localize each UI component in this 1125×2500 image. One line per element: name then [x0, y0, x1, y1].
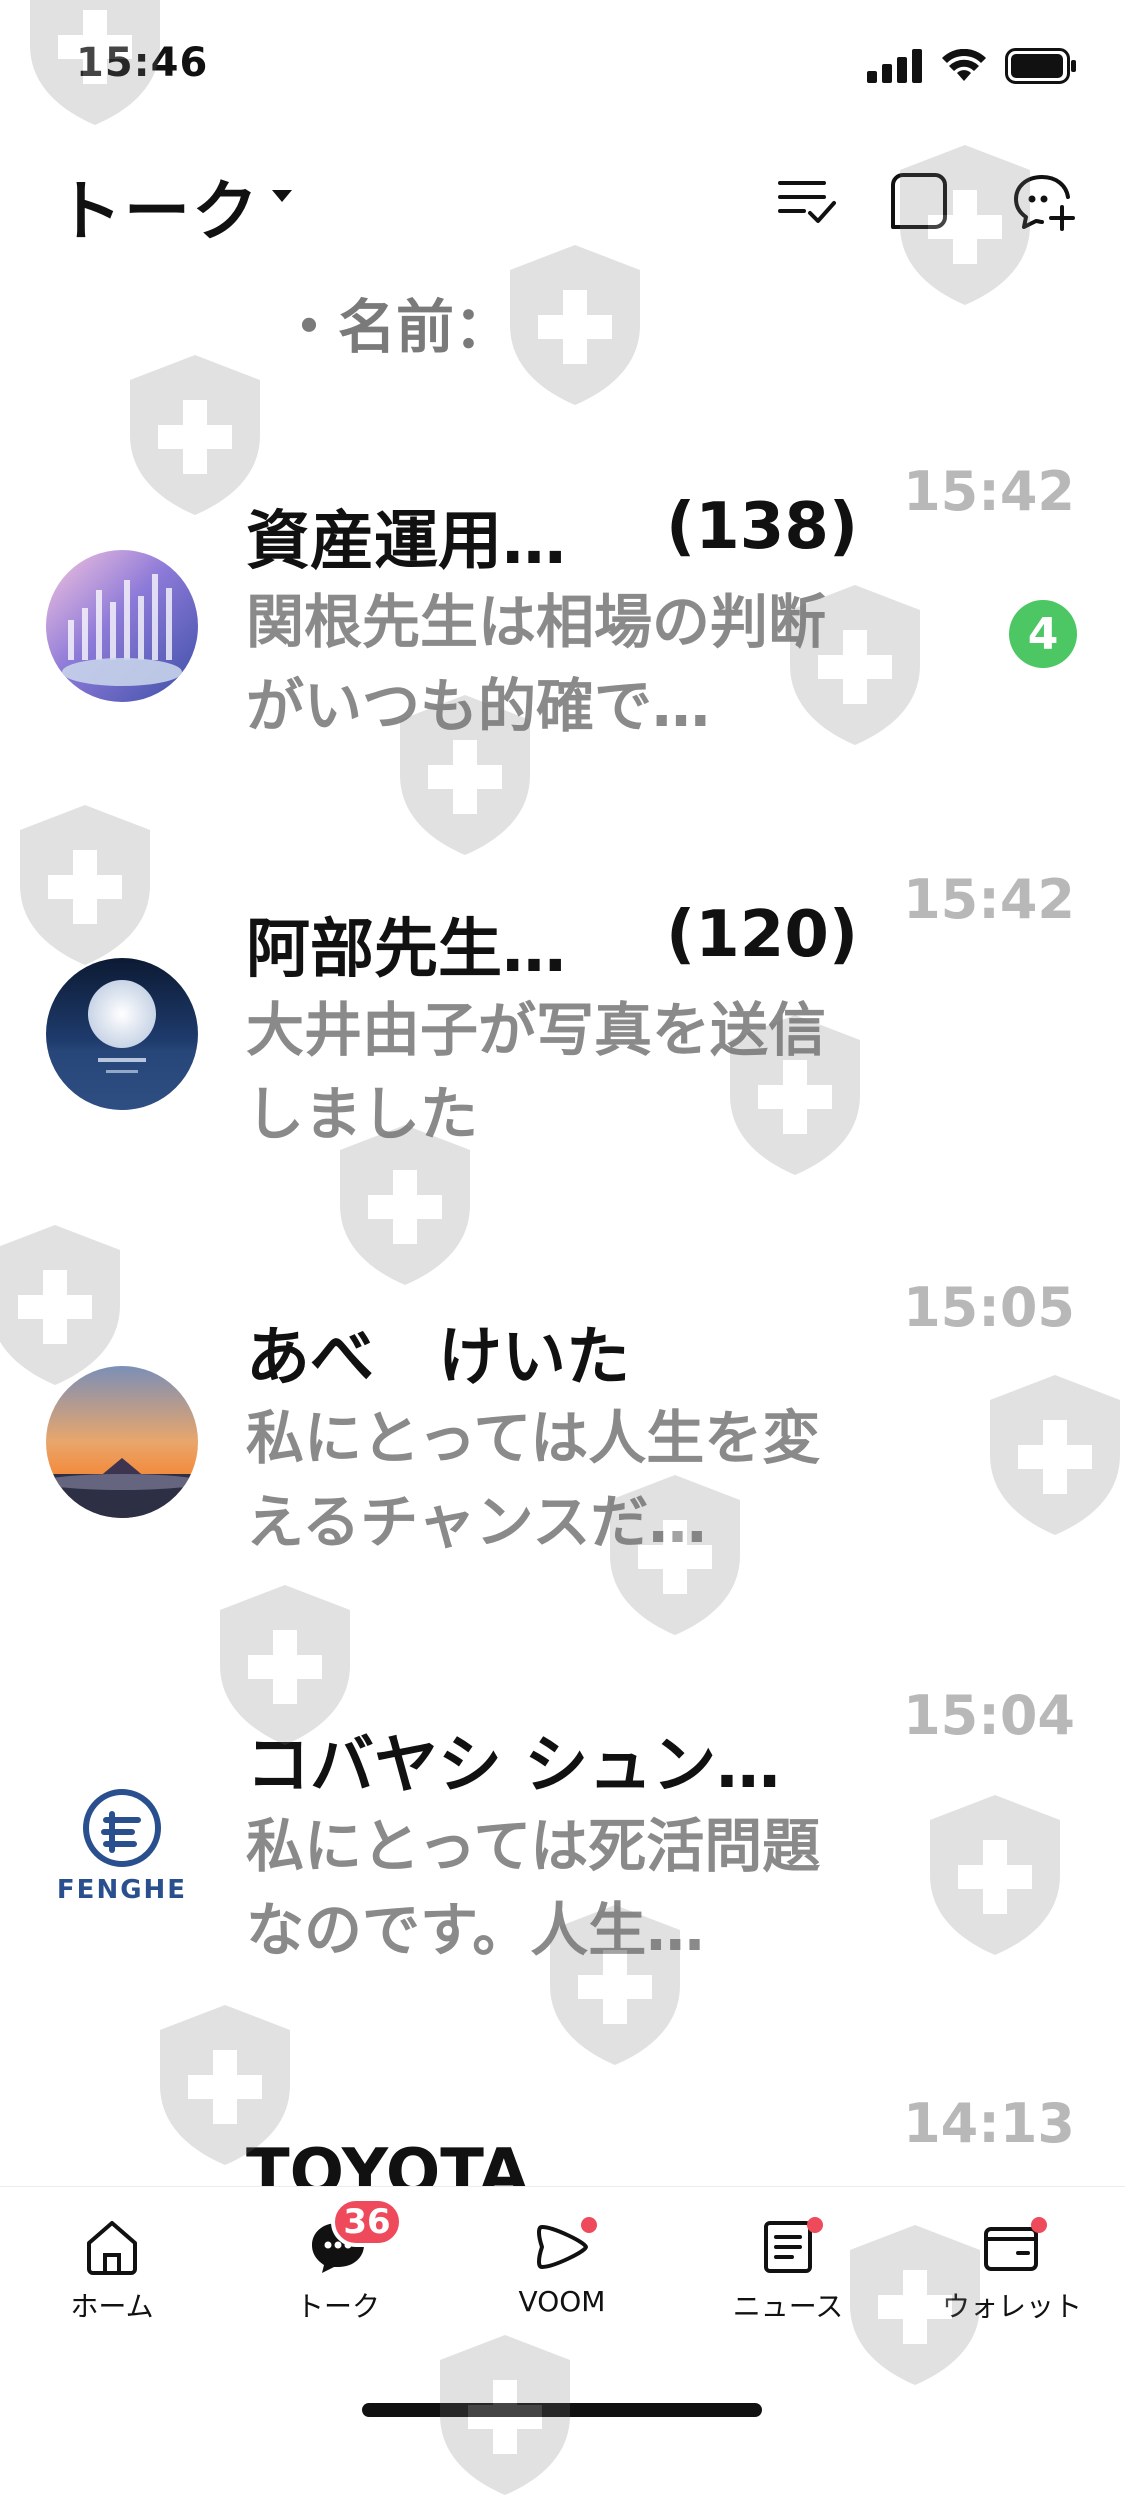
- fenghe-logo: FENGHE: [57, 1789, 187, 1905]
- dropdown-caret-icon[interactable]: [270, 188, 294, 204]
- chat-name: あべ けいた: [246, 1321, 630, 1395]
- chat-row[interactable]: 資産運用… (138) 関根先生は相場の判断がいつも的確で… 15:42 4: [0, 460, 1125, 868]
- status-icons: [867, 48, 1077, 84]
- wifi-icon: [942, 49, 986, 81]
- mountain-avatar-image: [46, 1366, 198, 1518]
- chat-row-partial[interactable]: ・名前：: [0, 270, 1125, 490]
- chat-time: 15:04: [903, 1684, 1075, 1747]
- chat-message-preview: ・名前：: [280, 293, 513, 361]
- chat-time: 15:05: [903, 1276, 1075, 1339]
- member-count: (138): [666, 490, 859, 564]
- open-chat-button[interactable]: [884, 166, 954, 236]
- nav-voom[interactable]: VOOM: [482, 2215, 642, 2335]
- member-count: (120): [666, 898, 859, 972]
- page-title[interactable]: トーク: [56, 158, 260, 254]
- nav-talk[interactable]: 36 トーク: [258, 2197, 418, 2335]
- nav-label: VOOM: [518, 2285, 606, 2318]
- voom-notification-dot: [581, 2217, 597, 2233]
- chat-name: 阿部先生…: [246, 913, 566, 987]
- avatar: [46, 550, 198, 702]
- bottom-nav: ホーム 36 トーク VOOM ニュース ウォレット: [0, 2186, 1125, 2437]
- nav-home[interactable]: ホーム: [32, 2215, 192, 2335]
- chat-list[interactable]: ・名前： 資産運用… (138) 関根先生は相場の判断がいつも的確で… 15:4…: [0, 270, 1125, 2190]
- wallet-notification-dot: [1031, 2217, 1047, 2233]
- chat-time: 14:13: [903, 2092, 1075, 2155]
- chat-name: 資産運用…: [246, 505, 566, 579]
- chat-message-preview: 大井由子が写真を送信しました: [246, 996, 827, 1148]
- battery-icon: [1005, 48, 1076, 84]
- moon-avatar-image: [46, 958, 198, 1110]
- nav-news[interactable]: ニュース: [708, 2215, 868, 2335]
- news-notification-dot: [807, 2217, 823, 2233]
- unread-badge: 4: [1009, 600, 1077, 668]
- svg-text:FENGHE: FENGHE: [57, 1875, 187, 1905]
- nav-label: ホーム: [70, 2290, 154, 2323]
- chat-time: 15:42: [903, 460, 1075, 523]
- status-bar: 15:46: [0, 0, 1125, 140]
- cellular-signal-icon: [867, 49, 922, 83]
- chat-row[interactable]: TOYOTA 14:13: [0, 2092, 1125, 2190]
- nav-wallet[interactable]: ウォレット: [932, 2215, 1092, 2335]
- nav-label: トーク: [295, 2290, 380, 2323]
- avatar: FENGHE: [46, 1774, 198, 1926]
- chat-time: 15:42: [903, 868, 1075, 931]
- home-indicator: [362, 2403, 762, 2417]
- edit-list-button[interactable]: [772, 166, 842, 236]
- chat-row[interactable]: あべ けいた 私にとっては人生を変えるチャンスだ… 15:05: [0, 1276, 1125, 1684]
- chart-avatar-image: [46, 550, 198, 702]
- status-time: 15:46: [76, 40, 209, 86]
- new-chat-icon: [1014, 175, 1075, 231]
- nav-label: ウォレット: [941, 2290, 1082, 2323]
- chat-message-preview: 関根先生は相場の判断がいつも的確で…: [246, 588, 827, 740]
- chat-name: コバヤシ シュン…: [246, 1729, 781, 1803]
- nav-label: ニュース: [732, 2290, 844, 2323]
- talk-unread-badge: 36: [331, 2197, 403, 2247]
- open-chat-icon: [891, 173, 947, 229]
- new-chat-button[interactable]: [1010, 166, 1080, 236]
- avatar: [46, 958, 198, 1110]
- chat-message-preview: 私にとっては人生を変えるチャンスだ…: [246, 1404, 821, 1556]
- list-check-icon: [778, 181, 836, 223]
- avatar: [46, 1366, 198, 1518]
- chat-row[interactable]: 阿部先生… (120) 大井由子が写真を送信しました 15:42: [0, 868, 1125, 1276]
- header: トーク: [0, 140, 1125, 260]
- home-icon: [87, 2221, 137, 2275]
- chat-message-preview: 私にとっては死活問題なのです。人生…: [246, 1812, 821, 1964]
- chat-name: TOYOTA: [246, 2136, 529, 2190]
- chat-row[interactable]: FENGHE コバヤシ シュン… 私にとっては死活問題なのです。人生… 15:0…: [0, 1684, 1125, 2092]
